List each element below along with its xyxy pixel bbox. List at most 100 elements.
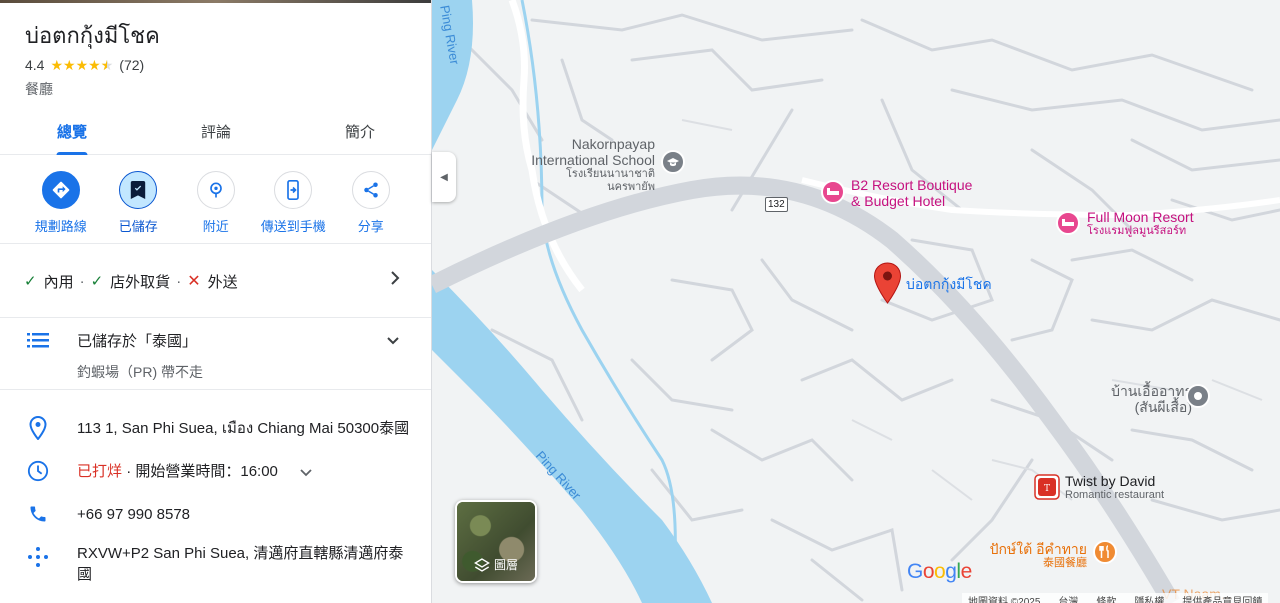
collapse-panel-button[interactable]: ◀: [432, 152, 456, 202]
service-delivery: ✕ 外送: [187, 271, 237, 292]
layers-text: 圖層: [493, 558, 518, 572]
directions-icon: [41, 171, 80, 209]
twist-name: Twist by David: [1065, 473, 1156, 489]
saved-list-title: 已儲存於「泰國」: [77, 333, 198, 350]
restaurant-icon[interactable]: [1093, 540, 1117, 564]
delivery-label: 外送: [207, 273, 238, 291]
place-marker-label[interactable]: บ่อตกกุ้งมีโชค: [906, 274, 992, 296]
b2-resort-label[interactable]: B2 Resort Boutique & Budget Hotel: [851, 177, 972, 209]
share-button[interactable]: 分享: [332, 171, 410, 243]
restaurant-photo-icon[interactable]: T: [1034, 474, 1060, 500]
pakthai-label[interactable]: ปักษ์ใต้ อีคำทาย 泰國餐廳: [985, 541, 1087, 570]
b2-name-2: & Budget Hotel: [851, 193, 946, 209]
separator: ·: [79, 272, 85, 290]
opening-time: · 開始營業時間：16:00: [126, 463, 278, 480]
nearby-label: 附近: [202, 219, 229, 234]
rating-value: 4.4: [25, 57, 45, 73]
directions-button[interactable]: 規劃路線: [22, 171, 100, 243]
tab-about[interactable]: 簡介: [288, 108, 431, 154]
phone-text: +66 97 990 8578: [77, 506, 191, 523]
chevron-down-icon[interactable]: [300, 462, 312, 483]
place-category[interactable]: 餐廳: [25, 79, 53, 99]
baan-name-1: บ้านเอื้ออาทร: [1111, 383, 1192, 399]
school-poi-label[interactable]: Nakornpayap International School โรงเรีย…: [522, 136, 655, 194]
terms-link[interactable]: 條款: [1096, 593, 1116, 603]
closed-status: 已打烊: [77, 463, 123, 480]
takeout-label: 店外取貨: [110, 273, 171, 291]
google-logo: Google: [907, 560, 972, 583]
saved-list-note: 釣蝦場（PR) 帶不走: [77, 364, 203, 380]
map-canvas[interactable]: Ping River Ping River 132 Nakornpayap In…: [432, 0, 1280, 603]
b2-name-1: B2 Resort Boutique: [851, 177, 973, 193]
fullmoon-name-en: Full Moon Resort: [1087, 209, 1194, 225]
layers-icon: [474, 557, 490, 572]
baan-name-2: (สันผีเสื้อ): [1134, 399, 1192, 415]
tab-reviews[interactable]: 評論: [144, 108, 288, 154]
service-dine-in: ✓ 內用: [24, 271, 74, 292]
address-text: 113 1, San Phi Suea, เมือง Chiang Mai 50…: [77, 420, 410, 437]
service-options[interactable]: ✓ 內用 · ✓ 店外取貨 · ✕ 外送: [0, 245, 431, 318]
send-to-phone-button[interactable]: 傳送到手機: [255, 171, 333, 243]
list-icon: [27, 332, 49, 353]
plus-code-text: RXVW+P2 San Phi Suea, 清邁府直轄縣清邁府泰 國: [77, 543, 403, 585]
send-to-phone-icon: [274, 171, 313, 209]
svg-text:T: T: [1044, 484, 1050, 494]
phone-icon: [26, 502, 50, 526]
baan-label[interactable]: บ้านเอื้ออาทร (สันผีเสื้อ): [1072, 383, 1192, 415]
privacy-link[interactable]: 隱私權: [1134, 593, 1164, 603]
check-icon: ✓: [90, 273, 104, 290]
school-icon[interactable]: [661, 150, 685, 174]
plus-code-icon: [26, 545, 50, 569]
layers-button[interactable]: 圖層: [455, 500, 537, 583]
twist-label[interactable]: Twist by David Romantic restaurant: [1065, 473, 1164, 502]
tab-bar: 總覽 評論 簡介: [0, 108, 431, 155]
saved-list-item[interactable]: 已儲存於「泰國」 釣蝦場（PR) 帶不走: [0, 318, 431, 390]
hotel-icon[interactable]: [1056, 211, 1080, 235]
map-footer: 地圖資料 ©2025 台灣 條款 隱私權 提供產品意見回饋: [962, 593, 1269, 603]
landmark-icon[interactable]: [1186, 384, 1210, 408]
plus-code-line1: RXVW+P2 San Phi Suea, 清邁府直轄縣清邁府泰: [77, 545, 404, 562]
school-name-th2: นครพายัพ: [607, 181, 655, 193]
separator: ·: [176, 272, 182, 290]
chevron-right-icon: [390, 271, 400, 290]
rating-stars: ★ ★ ★ ★ ★: [50, 58, 113, 72]
place-marker-icon[interactable]: [873, 262, 902, 304]
school-name-en2: International School: [531, 152, 655, 168]
map-data-attribution: 地圖資料 ©2025: [968, 597, 1041, 603]
chevron-left-icon: ◀: [440, 171, 448, 183]
share-icon: [351, 171, 390, 209]
location-pin-icon: [26, 416, 50, 440]
place-title: บ่อตกกุ้งมีโชค: [25, 23, 160, 48]
rating-row: 4.4 ★ ★ ★ ★ ★ (72): [25, 57, 144, 73]
star-icon: ★: [88, 57, 101, 73]
star-icon: ★: [63, 57, 76, 73]
bookmark-icon: [119, 171, 158, 209]
saved-button[interactable]: 已儲存: [100, 171, 178, 243]
hotel-icon[interactable]: [821, 180, 845, 204]
tab-overview[interactable]: 總覽: [0, 108, 144, 154]
pakthai-subtitle: 泰國餐廳: [1043, 557, 1087, 569]
pakthai-name: ปักษ์ใต้ อีคำทาย: [989, 541, 1087, 557]
half-star-icon: ★: [101, 58, 114, 72]
check-icon: ✓: [24, 273, 37, 290]
share-label: 分享: [357, 219, 384, 234]
star-icon: ★: [75, 57, 89, 73]
service-takeout: ✓ 店外取貨: [91, 271, 171, 292]
photo-strip[interactable]: [0, 0, 431, 3]
feedback-link[interactable]: 提供產品意見回饋: [1182, 593, 1262, 603]
saved-label: 已儲存: [118, 219, 158, 234]
directions-label: 規劃路線: [34, 219, 87, 234]
layers-label: 圖層: [457, 556, 535, 573]
review-count[interactable]: (72): [119, 57, 144, 73]
nearby-button[interactable]: 附近: [177, 171, 255, 243]
place-panel: บ่อตกกุ้งมีโชค 4.4 ★ ★ ★ ★ ★ (72) 餐廳 總覽 …: [0, 0, 432, 603]
school-name-th1: โรงเรียนนานาชาติ: [566, 168, 655, 180]
region-link[interactable]: 台灣: [1058, 593, 1078, 603]
fullmoon-label[interactable]: Full Moon Resort โรงแรมฟูลมูนรีสอร์ท: [1087, 209, 1194, 238]
fullmoon-name-th: โรงแรมฟูลมูนรีสอร์ท: [1087, 225, 1187, 237]
twist-subtitle: Romantic restaurant: [1065, 489, 1165, 501]
map-base: [432, 0, 1280, 603]
chevron-down-icon[interactable]: [386, 333, 400, 351]
cross-icon: ✕: [187, 273, 201, 290]
school-name-en1: Nakornpayap: [571, 136, 655, 152]
